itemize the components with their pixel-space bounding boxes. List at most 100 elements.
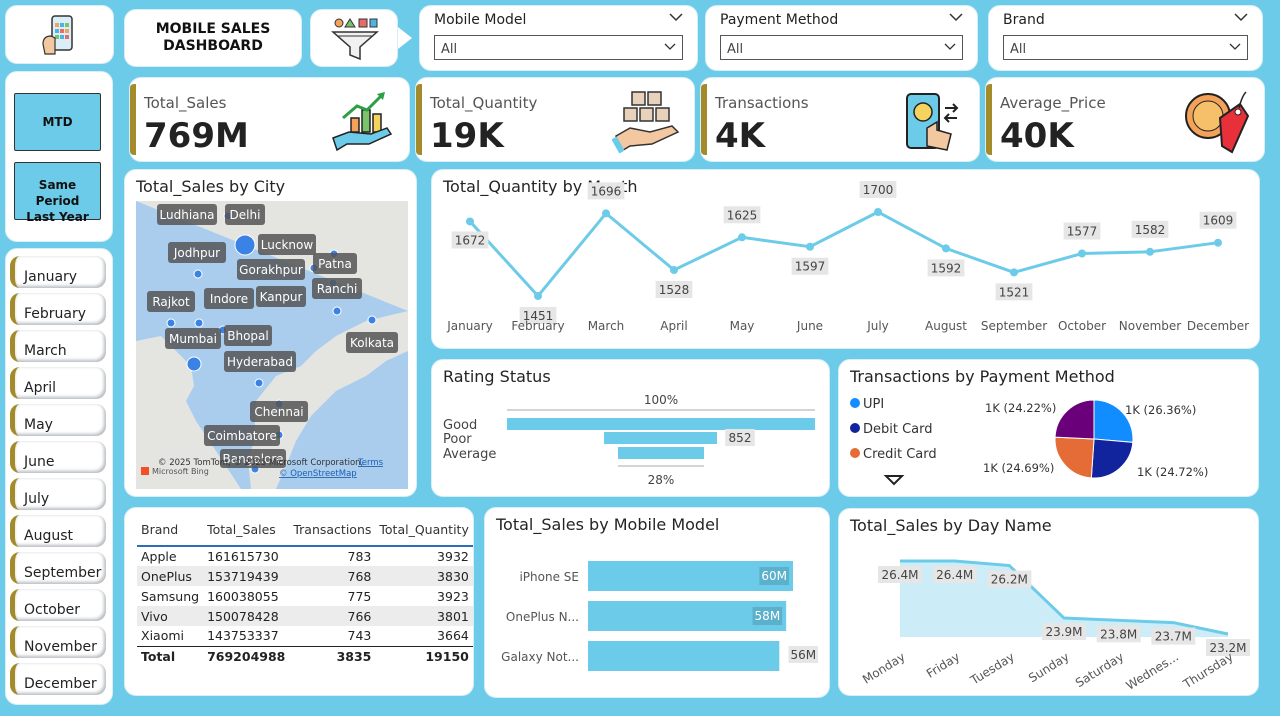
data-label: 100% [644, 393, 678, 407]
category-label: Poor [443, 432, 472, 447]
rating-status-card: Rating Status Good Poor Average 100% 852 28% [431, 359, 830, 497]
data-label: 1609 [1203, 214, 1234, 228]
boxes-hand-icon [612, 91, 680, 154]
chevron-down-icon [1229, 43, 1241, 50]
day-area-chart[interactable]: 26.4M Monday 26.4M Friday 26.2M Tuesday 23.9M S… [839, 509, 1260, 697]
data-label: 1696 [591, 184, 622, 198]
bing-logo-icon [141, 467, 149, 475]
slicer-dropdown[interactable]: All [720, 35, 963, 60]
city-label: Patna [318, 257, 352, 271]
chevron-down-icon[interactable] [949, 12, 963, 22]
map-osm-link[interactable]: © OpenStreetMap [279, 469, 357, 479]
column-header[interactable]: Transactions [289, 522, 376, 547]
same-period-last-year-button[interactable]: Same Period Last Year [14, 162, 101, 224]
slicer-mobile-model[interactable]: Mobile Model All [419, 5, 698, 71]
brand-table: Brand Total_Sales Transactions Total_Qua… [137, 522, 473, 666]
month-december[interactable]: December [10, 663, 106, 695]
city-label: Ludhiana [160, 208, 215, 222]
chevron-down-icon [664, 43, 676, 50]
slicer-label: Mobile Model [434, 12, 527, 28]
chevron-down-icon [944, 43, 956, 50]
chevron-down-icon[interactable] [1234, 12, 1248, 22]
category-label: Good [443, 418, 477, 433]
month-october[interactable]: October [10, 589, 106, 621]
city-bubble[interactable] [166, 318, 176, 328]
category-label: OnePlus N... [506, 610, 579, 624]
month-may[interactable]: May [10, 404, 106, 436]
city-bubble[interactable] [332, 306, 342, 316]
table-cell: 153719439 [203, 566, 290, 586]
month-january[interactable]: January [10, 256, 106, 288]
month-august[interactable]: August [10, 515, 106, 547]
slicer-payment-method[interactable]: Payment Method All [705, 5, 978, 71]
month-november[interactable]: November [10, 626, 106, 658]
month-february[interactable]: February [10, 293, 106, 325]
kpi-label: Transactions [715, 94, 809, 112]
data-label: 1577 [1067, 224, 1098, 238]
x-tick-label: Saturday [1073, 650, 1126, 691]
legend-marker [850, 398, 860, 408]
month-september[interactable]: September [10, 552, 106, 584]
rating-bar-chart[interactable]: GoodPoorAverage 100% 852 28% [432, 360, 831, 498]
city-bubble[interactable] [234, 234, 256, 256]
table-cell: 161615730 [207, 549, 279, 564]
payment-pie-chart[interactable]: UPI Debit Card Credit Card 1K (26.36%) 1K (2… [839, 360, 1260, 498]
model-bar-chart[interactable]: iPhone SE 60M OnePlus N... 58M Galaxy Not...… [485, 508, 831, 699]
slice-label: 1K (24.69%) [983, 461, 1054, 475]
month-march[interactable]: March [10, 330, 106, 362]
x-tick-label: July [866, 319, 889, 333]
pie-slice [1090, 438, 1134, 479]
column-header[interactable]: Brand [137, 522, 204, 547]
data-label: 56M [791, 648, 817, 662]
city-label: Coimbatore [207, 429, 277, 443]
table-row[interactable]: Xiaomi 143753337 743 3664 [137, 626, 473, 646]
data-point [1214, 238, 1222, 247]
phone-hand-icon [42, 15, 73, 55]
data-label: 26.4M [881, 568, 918, 582]
table-row[interactable]: Samsung 160038055 775 3923 [137, 586, 473, 606]
data-label: 1582 [1135, 223, 1166, 237]
data-label: 1700 [863, 183, 894, 197]
data-label: 26.4M [936, 568, 973, 582]
map-title: Total_Sales by City [136, 177, 286, 196]
mtd-report-button[interactable]: MTD REPORT [14, 93, 101, 185]
x-tick-label: September [981, 319, 1047, 333]
city-bubble[interactable] [194, 318, 204, 328]
month-june[interactable]: June [10, 441, 106, 473]
month-april[interactable]: April [10, 367, 106, 399]
map-terms-link[interactable]: Terms [357, 458, 384, 468]
column-header[interactable]: Total_Sales [203, 522, 290, 547]
table-cell: 768 [289, 566, 376, 586]
city-bubble[interactable] [193, 269, 203, 279]
slicer-dropdown[interactable]: All [434, 35, 683, 60]
report-panel: MTD REPORT Same Period Last Year [5, 71, 113, 242]
map-copyright: © 2025 TomTom, © 2025 Microsoft Corporat… [158, 458, 363, 468]
filter-toggle[interactable] [310, 9, 398, 67]
slicer-brand[interactable]: Brand All [988, 5, 1263, 71]
table-row[interactable]: Vivo 150078428 766 3801 [137, 606, 473, 626]
series-line [468, 210, 1219, 299]
table-total-row: Total 769204988 3835 19150 [137, 645, 473, 666]
city-bubble[interactable] [254, 378, 264, 388]
data-label: 852 [729, 431, 752, 445]
map-card: Total_Sales by City Ludhiana Delhi Jodhp… [124, 169, 417, 497]
city-bubble[interactable] [186, 356, 202, 372]
column-header[interactable]: Total_Quantity [375, 522, 473, 547]
table-row[interactable]: Apple 161615730 783 3932 [137, 546, 473, 566]
x-tick-label: June [796, 319, 823, 333]
city-bubble[interactable] [367, 315, 377, 325]
x-tick-label: August [925, 319, 967, 333]
table-row[interactable]: OnePlus 153719439 768 3830 [137, 566, 473, 586]
city-label: Indore [210, 292, 248, 306]
bing-attribution: Microsoft Bing [152, 467, 209, 476]
pie-slice [1054, 399, 1095, 440]
month-july[interactable]: July [10, 478, 106, 510]
data-point [874, 208, 882, 216]
city-map[interactable]: Ludhiana Delhi Jodhpur Lucknow Patna Gor… [136, 201, 408, 489]
city-label: Hyderabad [227, 355, 293, 369]
slice-label: 1K (24.22%) [985, 401, 1056, 415]
chevron-down-icon[interactable] [669, 12, 683, 22]
slice-label: 1K (24.72%) [1137, 465, 1208, 479]
slicer-dropdown[interactable]: All [1003, 35, 1248, 60]
quantity-line-chart[interactable]: 1672January1451February1696March1528Apri… [432, 170, 1261, 350]
